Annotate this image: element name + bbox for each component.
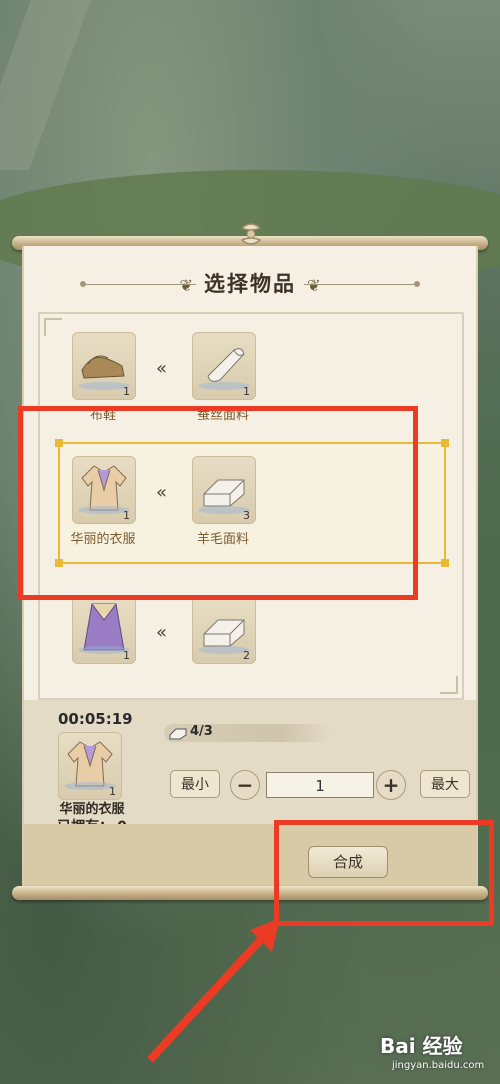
annotation-arrow-icon xyxy=(147,918,280,1063)
annotation-box-craft xyxy=(274,820,494,926)
craft-timer: 00:05:19 xyxy=(58,710,133,728)
right-swirl-icon: ❦ xyxy=(307,276,321,295)
product-slot[interactable]: 1 xyxy=(72,596,136,664)
watermark-url: jingyan.baidu.com xyxy=(392,1060,485,1071)
material-count: 4/3 xyxy=(190,724,213,739)
arrow-left-icon: « xyxy=(156,622,168,643)
decrease-button[interactable]: − xyxy=(230,770,260,800)
knot-ornament-icon xyxy=(238,222,264,246)
max-button[interactable]: 最大 xyxy=(420,770,470,798)
material-slot[interactable]: 1 xyxy=(192,332,256,400)
fabric-small-icon xyxy=(169,728,187,740)
quantity-field[interactable]: 1 xyxy=(266,772,374,798)
selected-product-name: 华丽的衣服 xyxy=(59,802,125,817)
dialog-title-row: ❦ 选择物品 ❦ xyxy=(24,268,476,298)
left-swirl-icon: ❦ xyxy=(179,276,193,295)
product-slot[interactable]: 1 xyxy=(72,332,136,400)
min-button[interactable]: 最小 xyxy=(170,770,220,798)
arrow-left-icon: « xyxy=(156,358,168,379)
material-slot[interactable]: 2 xyxy=(192,596,256,664)
watermark-logo: Bai 经验 xyxy=(380,1034,463,1058)
recipe-row-3[interactable]: 1 « 2 xyxy=(64,596,364,706)
increase-button[interactable]: + xyxy=(376,770,406,800)
annotation-box-recipe xyxy=(18,406,418,600)
dialog-title: 选择物品 xyxy=(204,272,296,296)
selected-product-slot: 1 xyxy=(58,732,122,800)
